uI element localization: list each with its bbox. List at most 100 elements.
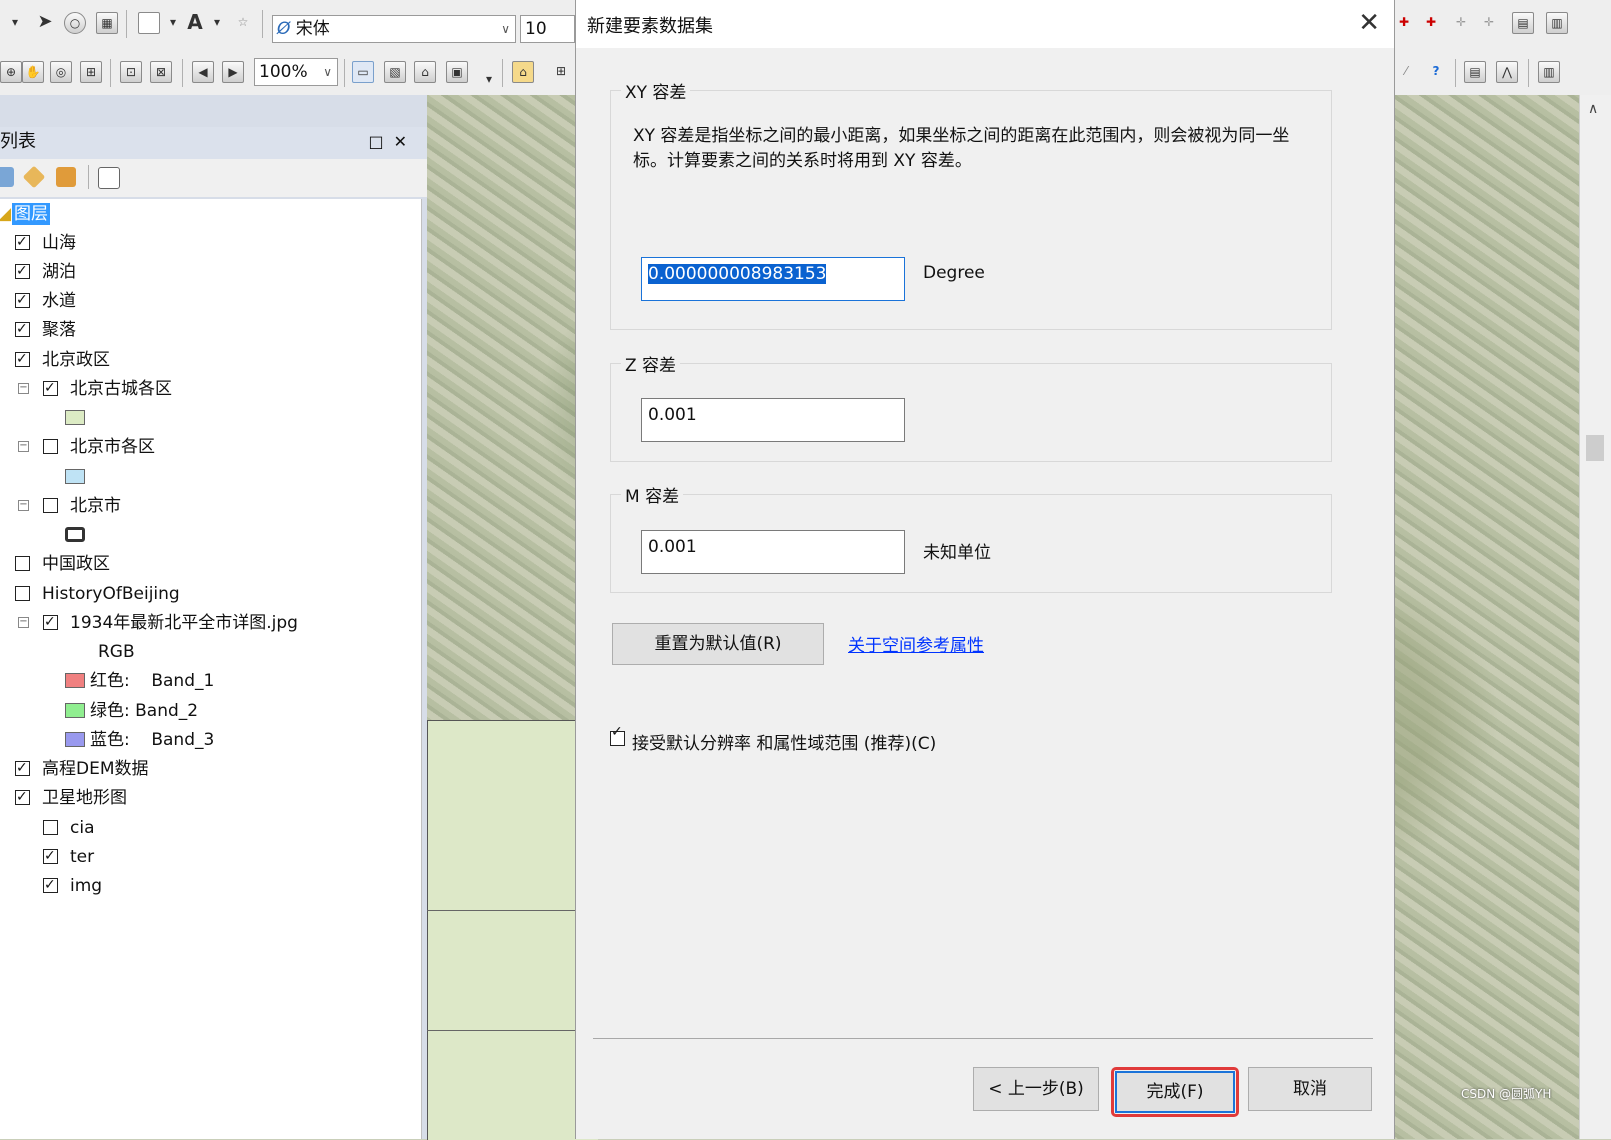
xy-tolerance-value: 0.000000008983153	[648, 264, 827, 284]
highlight-box	[1111, 1067, 1239, 1117]
close-icon[interactable]: ✕	[394, 132, 417, 151]
separator	[110, 59, 111, 87]
table-icon[interactable]: ▥	[1546, 12, 1568, 34]
description-line: XY 容差是指坐标之间的最小距离，如果坐标之间的距离在此范围内，则会被视为同一坐	[633, 126, 1290, 146]
separator	[182, 59, 183, 87]
layer-checkbox[interactable]	[43, 871, 58, 899]
divider	[593, 1038, 1373, 1039]
z-tolerance-title: Z 容差	[621, 351, 681, 376]
catalog-icon[interactable]: ⌂	[512, 61, 534, 83]
help-icon[interactable]: ?	[1425, 61, 1447, 83]
zoom-select[interactable]: 100% ∨	[254, 58, 338, 86]
options-icon[interactable]	[98, 167, 120, 189]
legend-label: 蓝色: Band_3	[90, 730, 215, 750]
rectangle-icon[interactable]	[138, 12, 160, 34]
separator	[1528, 59, 1529, 87]
layer-checkbox[interactable]	[15, 754, 30, 782]
dropdown-icon[interactable]: ▾	[4, 12, 26, 34]
collapse-icon[interactable]: −	[18, 500, 29, 511]
layer-checkbox[interactable]	[15, 586, 30, 601]
report-icon[interactable]: ▥	[1538, 61, 1560, 83]
collapse-icon[interactable]: −	[18, 617, 29, 628]
toc-toolbar	[0, 159, 427, 197]
xy-tolerance-title: XY 容差	[621, 78, 691, 103]
legend-label: 红色: Band_1	[90, 671, 215, 691]
maximize-icon[interactable]: □	[368, 132, 393, 151]
rotate-icon[interactable]: ○	[64, 12, 86, 34]
table-icon[interactable]: ▤	[1464, 61, 1486, 83]
back-button[interactable]: < 上一步(B)	[973, 1067, 1099, 1111]
collapse-icon[interactable]: −	[18, 441, 29, 452]
map-scrollbar[interactable]: ∧	[1579, 95, 1611, 1139]
list-by-source-icon[interactable]	[22, 165, 46, 189]
layer-checkbox[interactable]	[43, 820, 58, 835]
legend-item	[0, 463, 100, 491]
edit-vertices-icon[interactable]: ☆	[232, 12, 254, 34]
forward-extent-icon[interactable]: ▶	[222, 61, 244, 83]
font-name-select[interactable]: Ø 宋体 ∨	[272, 15, 516, 43]
legend-swatch	[65, 527, 85, 542]
text-icon[interactable]: A	[184, 12, 206, 34]
z-tolerance-value: 0.001	[648, 405, 697, 425]
layer-checkbox[interactable]	[15, 556, 30, 571]
layer-checkbox[interactable]	[15, 783, 30, 811]
scroll-thumb[interactable]	[1586, 435, 1604, 461]
scroll-up-icon[interactable]: ∧	[1588, 101, 1598, 117]
about-spatial-reference-link[interactable]: 关于空间参考属性	[848, 631, 984, 656]
font-size-select[interactable]: 10	[520, 15, 575, 43]
layer-checkbox[interactable]	[43, 374, 58, 402]
xy-tolerance-description: XY 容差是指坐标之间的最小距离，如果坐标之间的距离在此范围内，则会被视为同一坐…	[633, 124, 1323, 174]
accept-defaults-checkbox[interactable]	[610, 724, 625, 746]
layer-checkbox[interactable]	[43, 498, 58, 513]
sketch-icon[interactable]: ✛	[1450, 12, 1472, 34]
chevron-down-icon[interactable]: ▾	[162, 12, 184, 34]
measure-icon[interactable]: ▦	[96, 12, 118, 34]
data-driven-pages-icon[interactable]: ▣	[446, 61, 468, 83]
reset-defaults-button[interactable]: 重置为默认值(R)	[612, 623, 824, 665]
cancel-button[interactable]: 取消	[1248, 1067, 1372, 1111]
m-tolerance-input[interactable]: 0.001	[641, 530, 905, 574]
sketch-icon[interactable]: ⁄	[1395, 61, 1417, 83]
layer-label: 高程DEM数据	[42, 759, 149, 779]
layer-checkbox[interactable]	[15, 228, 30, 256]
font-size-value: 10	[525, 19, 547, 39]
fixed-zoom-icon[interactable]: ⊞	[80, 61, 102, 83]
toggle-draft-icon[interactable]: ▭	[352, 61, 374, 83]
separator	[88, 165, 89, 189]
edit-tool-icon[interactable]: ✚	[1393, 12, 1415, 34]
layer-checkbox[interactable]	[15, 315, 30, 343]
zoom-whole-page-icon[interactable]: ⊡	[120, 61, 142, 83]
close-icon[interactable]: ✕	[1358, 8, 1380, 38]
sketch-icon[interactable]: ✛	[1478, 12, 1500, 34]
collapse-icon[interactable]: −	[18, 383, 29, 394]
chevron-down-icon[interactable]: ▾	[478, 69, 500, 91]
layer-checkbox[interactable]	[15, 257, 30, 285]
separator	[1455, 59, 1456, 87]
select-arrow-icon[interactable]: ➤	[34, 12, 56, 34]
add-vertex-icon[interactable]: ✚	[1420, 12, 1442, 34]
change-layout-icon[interactable]: ⌂	[414, 61, 436, 83]
layer-checkbox[interactable]	[43, 842, 58, 870]
layer-label: 北京市	[70, 496, 121, 516]
layer-checkbox[interactable]	[15, 286, 30, 314]
focus-frame-icon[interactable]: ▧	[384, 61, 406, 83]
pan-icon[interactable]: ✋	[22, 61, 44, 83]
toolbox-icon[interactable]: ⊞	[550, 61, 572, 83]
layer-label: 中国政区	[42, 554, 110, 574]
full-extent-icon[interactable]: ◎	[50, 61, 72, 83]
font-icon: Ø	[277, 19, 296, 39]
list-by-visibility-icon[interactable]	[56, 167, 76, 187]
back-extent-icon[interactable]: ◀	[192, 61, 214, 83]
legend-swatch	[65, 469, 85, 484]
zoom-in-icon[interactable]: ⊕	[0, 61, 22, 83]
z-tolerance-input[interactable]: 0.001	[641, 398, 905, 442]
zoom-100-icon[interactable]: ⊠	[150, 61, 172, 83]
xy-tolerance-input[interactable]: 0.000000008983153	[641, 257, 905, 301]
graph-icon[interactable]: ⋀	[1496, 61, 1518, 83]
list-by-drawing-order-icon[interactable]	[0, 167, 14, 187]
layer-checkbox[interactable]	[15, 345, 30, 373]
attributes-icon[interactable]: ▤	[1512, 12, 1534, 34]
chevron-down-icon[interactable]: ▾	[206, 12, 228, 34]
layer-checkbox[interactable]	[43, 439, 58, 454]
layer-checkbox[interactable]	[43, 608, 58, 636]
